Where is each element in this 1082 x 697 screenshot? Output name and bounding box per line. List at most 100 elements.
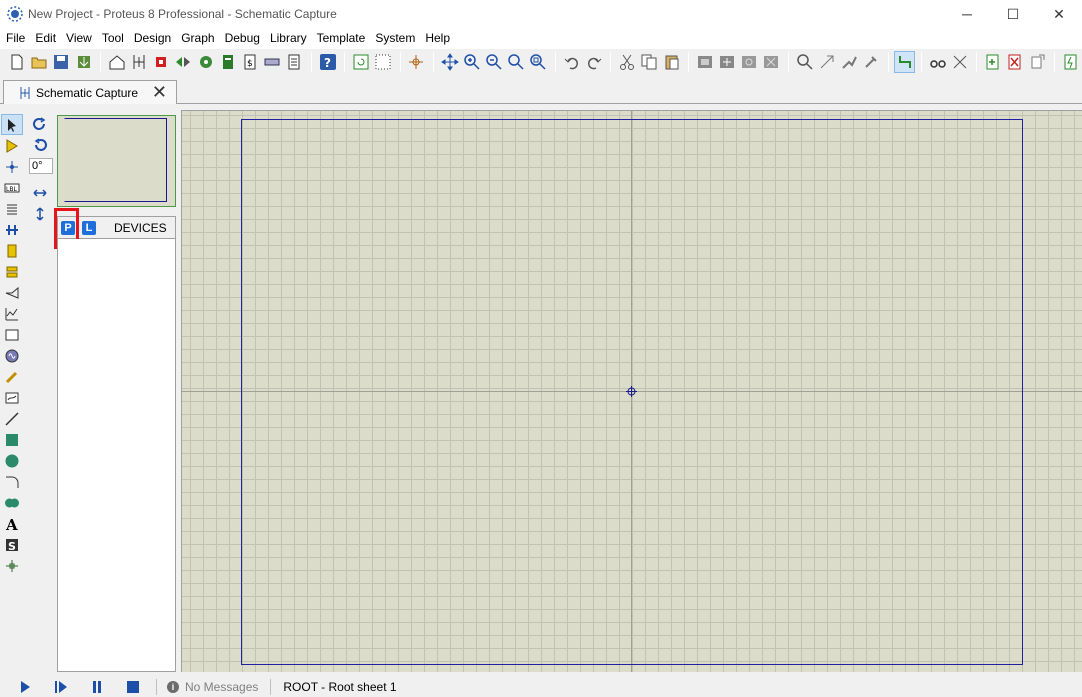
redo-icon[interactable]	[583, 51, 605, 73]
device-pins-icon[interactable]	[1, 282, 23, 303]
generator-icon[interactable]	[1, 345, 23, 366]
text-script-icon[interactable]	[1, 198, 23, 219]
design-explorer-icon[interactable]	[217, 51, 239, 73]
graph-mode-icon[interactable]	[1, 303, 23, 324]
gerber-icon[interactable]	[195, 51, 217, 73]
exit-to-parent-icon[interactable]	[1027, 51, 1049, 73]
play-button[interactable]	[14, 678, 36, 696]
subcircuit-icon[interactable]	[1, 240, 23, 261]
menu-edit[interactable]: Edit	[31, 28, 60, 49]
close-tab-button[interactable]: ✕	[152, 83, 167, 101]
block-move-icon[interactable]	[716, 51, 738, 73]
zoom-out-icon[interactable]	[483, 51, 505, 73]
svg-text:S: S	[8, 540, 16, 553]
tape-recorder-icon[interactable]	[1, 324, 23, 345]
minimize-button[interactable]: ─	[944, 0, 990, 28]
cut-icon[interactable]	[616, 51, 638, 73]
pcb-layout-icon[interactable]	[150, 51, 172, 73]
bill-of-materials-icon[interactable]: $	[239, 51, 261, 73]
help-icon[interactable]: ?	[317, 51, 339, 73]
block-rotate-icon[interactable]	[738, 51, 760, 73]
selection-mode-icon[interactable]	[1, 114, 23, 135]
new-file-icon[interactable]	[6, 51, 28, 73]
pick-device-icon[interactable]	[794, 51, 816, 73]
block-copy-icon[interactable]	[694, 51, 716, 73]
rotate-anticlockwise-icon[interactable]	[28, 135, 52, 156]
menu-debug[interactable]: Debug	[221, 28, 264, 49]
home-icon[interactable]	[106, 51, 128, 73]
pan-icon[interactable]	[439, 51, 461, 73]
marker-tool-icon[interactable]	[1, 555, 23, 576]
packaging-tool-icon[interactable]	[838, 51, 860, 73]
text-tool-icon[interactable]: A	[1, 513, 23, 534]
menu-help[interactable]: Help	[421, 28, 454, 49]
arc-tool-icon[interactable]	[1, 471, 23, 492]
property-tool-icon[interactable]	[949, 51, 971, 73]
proteus-app-icon[interactable]	[7, 6, 23, 22]
remove-sheet-icon[interactable]	[1005, 51, 1027, 73]
menu-template[interactable]: Template	[313, 28, 370, 49]
zoom-area-icon[interactable]	[528, 51, 550, 73]
menu-library[interactable]: Library	[266, 28, 311, 49]
undo-icon[interactable]	[561, 51, 583, 73]
rotate-clockwise-icon[interactable]	[28, 114, 52, 135]
mirror-vertical-icon[interactable]	[28, 203, 52, 224]
block-delete-icon[interactable]	[761, 51, 783, 73]
decompose-icon[interactable]	[860, 51, 882, 73]
schematic-editing-canvas[interactable]	[181, 110, 1082, 672]
toggle-grid-icon[interactable]	[372, 51, 394, 73]
vsm-studio-icon[interactable]	[261, 51, 283, 73]
overview-window[interactable]	[57, 115, 176, 207]
new-sheet-icon[interactable]	[982, 51, 1004, 73]
step-button[interactable]	[50, 678, 72, 696]
schematic-icon[interactable]	[128, 51, 150, 73]
toolbar-separator	[687, 51, 689, 72]
terminals-icon[interactable]	[1, 261, 23, 282]
menu-system[interactable]: System	[371, 28, 419, 49]
virtual-instruments-icon[interactable]	[1, 387, 23, 408]
electrical-rule-check-icon[interactable]	[1060, 51, 1082, 73]
device-selector-list[interactable]	[57, 239, 176, 672]
rotation-angle-field[interactable]: 0°	[29, 158, 53, 174]
search-tag-icon[interactable]	[927, 51, 949, 73]
buses-icon[interactable]	[1, 219, 23, 240]
line-tool-icon[interactable]	[1, 408, 23, 429]
maximize-button[interactable]: ☐	[990, 0, 1036, 28]
mirror-horizontal-icon[interactable]	[28, 182, 52, 203]
wire-label-icon[interactable]: LBL	[1, 177, 23, 198]
box-tool-icon[interactable]	[1, 429, 23, 450]
refresh-icon[interactable]	[350, 51, 372, 73]
zoom-in-icon[interactable]	[461, 51, 483, 73]
tab-schematic-capture[interactable]: Schematic Capture ✕	[3, 80, 177, 104]
status-separator	[270, 679, 272, 695]
circle-tool-icon[interactable]	[1, 450, 23, 471]
zoom-all-icon[interactable]	[505, 51, 527, 73]
paste-icon[interactable]	[661, 51, 683, 73]
voltage-probe-icon[interactable]	[1, 366, 23, 387]
menu-view[interactable]: View	[62, 28, 96, 49]
menu-tool[interactable]: Tool	[98, 28, 128, 49]
close-window-button[interactable]: ✕	[1036, 0, 1082, 28]
save-icon[interactable]	[50, 51, 72, 73]
import-icon[interactable]	[73, 51, 95, 73]
junction-dot-icon[interactable]	[1, 156, 23, 177]
make-device-icon[interactable]	[816, 51, 838, 73]
toolbar-separator	[99, 51, 101, 72]
menu-design[interactable]: Design	[130, 28, 175, 49]
menu-graph[interactable]: Graph	[177, 28, 218, 49]
open-folder-icon[interactable]	[28, 51, 50, 73]
pause-button[interactable]	[86, 678, 108, 696]
notes-icon[interactable]	[284, 51, 306, 73]
origin-icon[interactable]	[406, 51, 428, 73]
library-manager-button[interactable]: L	[82, 220, 96, 235]
title-bar: New Project - Proteus 8 Professional - S…	[0, 0, 1082, 28]
path-tool-icon[interactable]	[1, 492, 23, 513]
stop-button[interactable]	[122, 678, 144, 696]
component-mode-icon[interactable]	[1, 135, 23, 156]
3d-view-icon[interactable]	[173, 51, 195, 73]
copy-icon[interactable]	[638, 51, 660, 73]
message-indicator[interactable]: i No Messages	[167, 680, 258, 694]
symbol-tool-icon[interactable]: S	[1, 534, 23, 555]
wire-autorouter-icon[interactable]	[893, 50, 916, 73]
menu-file[interactable]: File	[2, 28, 29, 49]
